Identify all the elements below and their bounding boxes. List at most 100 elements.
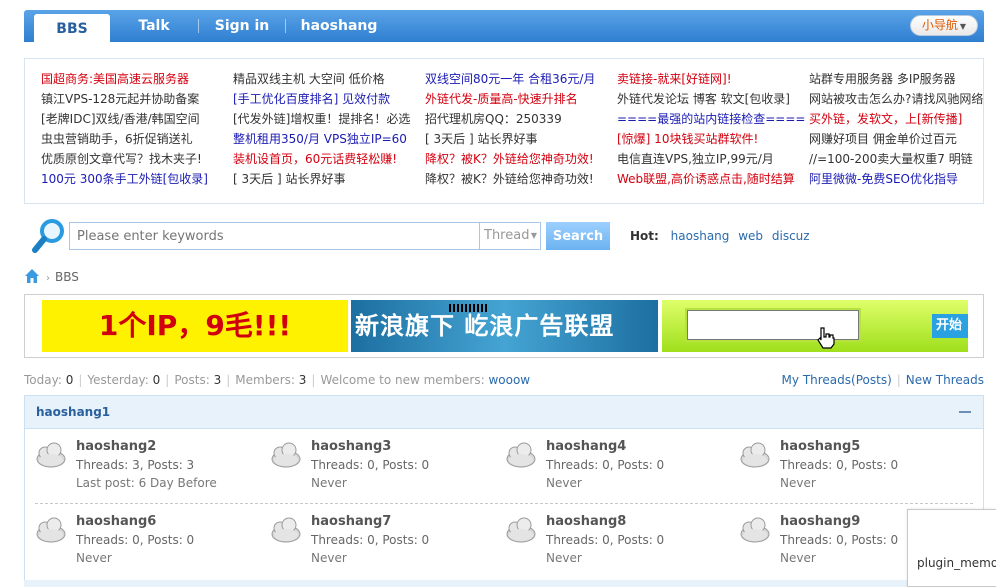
- ad-link[interactable]: 镇江VPS-128元起并协助备案: [41, 89, 208, 109]
- ad-link[interactable]: [代发外链]增权重！提排名！必选: [233, 109, 410, 129]
- ad-link[interactable]: 卖链接-就来[好链网]!: [617, 69, 805, 89]
- hot-keywords: Hot: haoshang web discuz: [630, 222, 815, 250]
- ad-link[interactable]: Web联盟,高价诱惑点击,随时结算: [617, 169, 805, 189]
- forum-name-link[interactable]: haoshang2: [76, 439, 156, 454]
- ad-link[interactable]: 装机设首页，60元话费轻松赚!: [233, 149, 410, 169]
- forum-item: haoshang3 Threads: 0, Posts: 0 Never: [260, 434, 490, 498]
- forum-last-post: Never: [546, 551, 582, 565]
- ad-link[interactable]: 网赚好项目 佣金单价过百元: [809, 129, 983, 149]
- ad-link[interactable]: 100元 300条手工外链[包收录]: [41, 169, 208, 189]
- forum-last-post: Never: [311, 476, 347, 490]
- ad-link[interactable]: [惊爆] 10块钱买站群软件!: [617, 129, 805, 149]
- ad-column: 精品双线主机 大空间 低价格 [手工优化百度排名] 见效付款 [代发外链]增权重…: [233, 69, 410, 189]
- forum-cloud-icon: [36, 517, 66, 543]
- chevron-down-icon: ▼: [959, 22, 967, 31]
- top-nav: BBS Talk Sign in haoshang 小导航 ▼: [24, 10, 984, 42]
- forum-item: haoshang2 Threads: 3, Posts: 3 Last post: …: [25, 434, 255, 498]
- ad-link[interactable]: 虫虫营销助手，6折促销送礼: [41, 129, 208, 149]
- search-type-select[interactable]: Thread ▼: [479, 222, 541, 250]
- hand-cursor-icon: [817, 327, 835, 349]
- forum-name-link[interactable]: haoshang3: [311, 439, 391, 454]
- breadcrumb-current[interactable]: BBS: [55, 270, 79, 284]
- banner-ad-start[interactable]: 开始: [662, 300, 968, 352]
- ad-link[interactable]: 外链代发-质量高-快速升排名: [425, 89, 595, 109]
- forum-group-header: haoshang1: [25, 396, 983, 429]
- my-threads-link[interactable]: My Threads(Posts): [782, 373, 892, 387]
- ad-link[interactable]: [老牌IDC]双线/香港/韩国空间: [41, 109, 208, 129]
- forum-stats: Threads: 3, Posts: 3: [76, 458, 195, 472]
- quick-nav-button[interactable]: 小导航 ▼: [910, 15, 978, 36]
- ad-link[interactable]: //=100-200卖大量权重7 明链: [809, 149, 983, 169]
- forum-cloud-icon: [740, 517, 770, 543]
- forum-stats: Threads: 0, Posts: 0: [76, 533, 195, 547]
- forum-stats: Threads: 0, Posts: 0: [546, 533, 665, 547]
- forum-cloud-icon: [271, 517, 301, 543]
- plugin-memo-label: plugin_memo: [917, 556, 996, 570]
- ad-column: 国超商务:美国高速云服务器 镇江VPS-128元起并协助备案 [老牌IDC]双线…: [41, 69, 208, 189]
- search-bar: Thread ▼ Search Hot: haoshang web discuz: [24, 212, 984, 262]
- forum-group: haoshang1 haoshang2 Threads: 3, Posts: 3 L…: [24, 395, 984, 587]
- banner-start-label: 开始: [932, 314, 968, 338]
- forum-group-title[interactable]: haoshang1: [36, 405, 110, 419]
- forum-name-link[interactable]: haoshang4: [546, 439, 626, 454]
- ad-link[interactable]: 降权？被K？外链给您神奇功效!: [425, 169, 595, 189]
- ad-link[interactable]: [ 3天后 ] 站长界好事: [233, 169, 410, 189]
- forum-last-post: Never: [546, 476, 582, 490]
- forum-name-link[interactable]: haoshang8: [546, 514, 626, 529]
- forum-cloud-icon: [506, 517, 536, 543]
- forum-cloud-icon: [271, 442, 301, 468]
- forum-item: haoshang6 Threads: 0, Posts: 0 Never: [25, 509, 255, 573]
- forum-cloud-icon: [740, 442, 770, 468]
- quick-nav-label: 小导航: [921, 18, 958, 32]
- banner-ad-sina[interactable]: 新浪旗下 屹浪广告联盟: [351, 300, 658, 352]
- ad-link[interactable]: 电信直连VPS,独立IP,99元/月: [617, 149, 805, 169]
- ad-column: 卖链接-就来[好链网]! 外链代发论坛 博客 软文[包收录] ====最强的站内…: [617, 69, 805, 189]
- stat-label: Today:: [24, 373, 62, 387]
- hot-keyword-link[interactable]: discuz: [772, 229, 810, 243]
- new-member-link[interactable]: wooow: [488, 373, 530, 387]
- ad-link[interactable]: 外链代发论坛 博客 软文[包收录]: [617, 89, 805, 109]
- breadcrumb-separator-icon: ›: [46, 273, 50, 284]
- tab-bbs[interactable]: BBS: [34, 14, 110, 42]
- forum-name-link[interactable]: haoshang7: [311, 514, 391, 529]
- ad-link[interactable]: 国超商务:美国高速云服务器: [41, 69, 208, 89]
- ad-link[interactable]: 精品双线主机 大空间 低价格: [233, 69, 410, 89]
- forum-name-link[interactable]: haoshang9: [780, 514, 860, 529]
- ad-link[interactable]: 阿里微微-免费SEO优化指导: [809, 169, 983, 189]
- search-input[interactable]: [69, 222, 481, 250]
- ad-link[interactable]: ====最强的站内链接检查====: [617, 109, 805, 129]
- ad-link[interactable]: 站群专用服务器 多IP服务器: [809, 69, 983, 89]
- forum-stats: Today: 0 | Yesterday: 0 | Posts: 3 | Members: …: [24, 373, 531, 387]
- hot-keyword-link[interactable]: haoshang: [671, 229, 730, 243]
- ad-column: 站群专用服务器 多IP服务器 网站被攻击怎么办?请找风驰网络 买外链，发软文，上…: [809, 69, 983, 189]
- plugin-memo-panel[interactable]: plugin_memo: [907, 509, 996, 587]
- ad-link[interactable]: 招代理机房QQ：250339: [425, 109, 595, 129]
- tab-haoshang[interactable]: haoshang: [286, 10, 392, 42]
- ad-link[interactable]: [手工优化百度排名] 见效付款: [233, 89, 410, 109]
- forum-cloud-icon: [36, 442, 66, 468]
- ad-link[interactable]: 整机租用350/月 VPS独立IP=60: [233, 129, 410, 149]
- ad-link[interactable]: 买外链，发软文，上[新传播]: [809, 109, 983, 129]
- hot-keyword-link[interactable]: web: [738, 229, 763, 243]
- tab-talk[interactable]: Talk: [110, 10, 198, 42]
- forum-name-link[interactable]: haoshang6: [76, 514, 156, 529]
- search-button[interactable]: Search: [546, 222, 610, 250]
- ad-link[interactable]: 双线空间80元一年 合租36元/月: [425, 69, 595, 89]
- forum-stats: Threads: 0, Posts: 0: [780, 533, 899, 547]
- forum-name-link[interactable]: haoshang5: [780, 439, 860, 454]
- ad-link[interactable]: 优质原创文章代写？找木夹子!: [41, 149, 208, 169]
- ad-link[interactable]: 降权？被K？外链给您神奇功效!: [425, 149, 595, 169]
- forum-stats: Threads: 0, Posts: 0: [780, 458, 899, 472]
- tab-sign-in[interactable]: Sign in: [199, 10, 285, 42]
- banner-ad-ip[interactable]: 1个IP，9毛!!!: [42, 300, 348, 352]
- stat-today: 0: [65, 373, 74, 387]
- ad-link[interactable]: [ 3天后 ] 站长界好事: [425, 129, 595, 149]
- forum-last-post: Never: [780, 476, 816, 490]
- collapse-icon[interactable]: [959, 404, 971, 418]
- forum-item: haoshang8 Threads: 0, Posts: 0 Never: [495, 509, 725, 573]
- home-icon[interactable]: [24, 268, 40, 284]
- forum-stats: Threads: 0, Posts: 0: [546, 458, 665, 472]
- row-divider: [35, 503, 973, 504]
- new-threads-link[interactable]: New Threads: [906, 373, 984, 387]
- ad-link[interactable]: 网站被攻击怎么办?请找风驰网络: [809, 89, 983, 109]
